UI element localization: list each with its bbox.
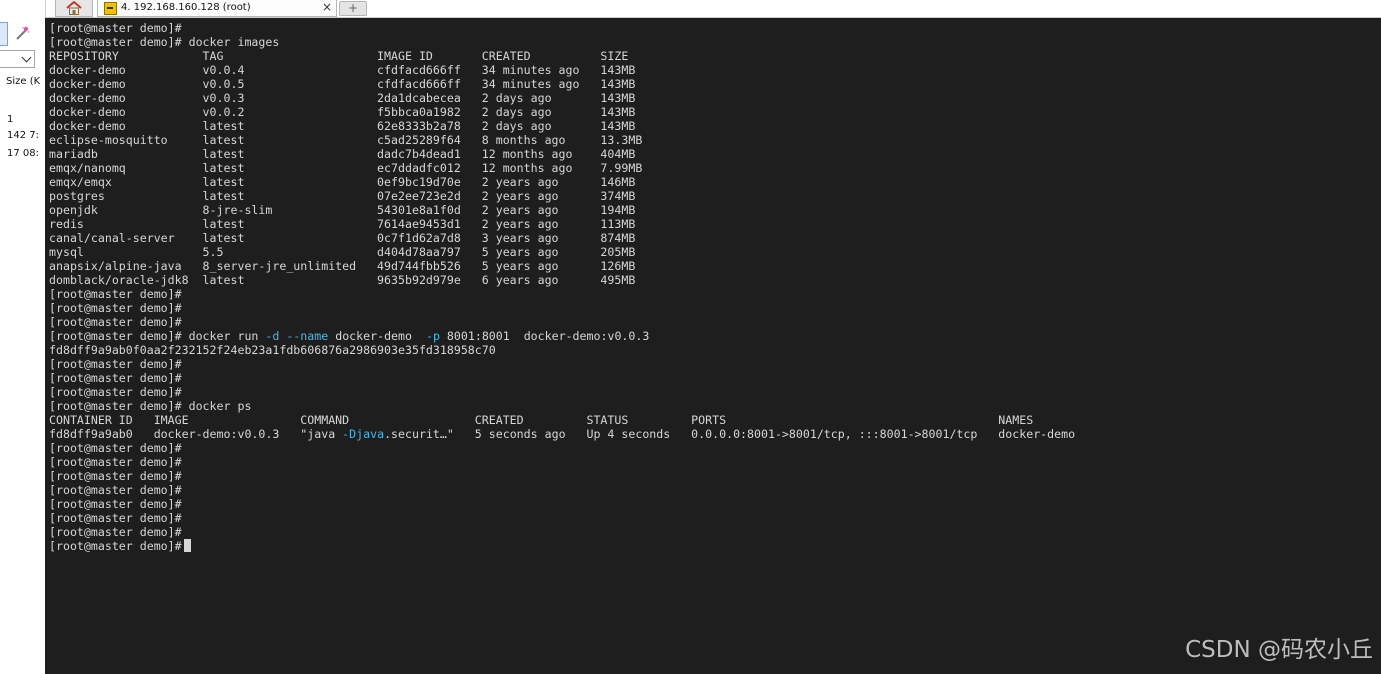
sidebar-toggle-button[interactable] [0, 22, 8, 46]
terminal-line: [root@master demo]# [49, 469, 182, 483]
tab-bar: 4. 192.168.160.128 (root) × + [45, 0, 1381, 18]
terminal-line: docker-demo v0.0.3 2da1dcabecea 2 days a… [49, 91, 636, 105]
terminal-prompt: [root@master demo]# [49, 539, 182, 553]
sidebar-dropdown[interactable] [0, 50, 35, 68]
terminal-line: [root@master demo]# [49, 497, 182, 511]
terminal-line: mariadb latest dadc7b4dead1 12 months ag… [49, 147, 636, 161]
size-column-header: Size (K [6, 76, 41, 87]
terminal-line: [root@master demo]# [49, 483, 182, 497]
terminal-line: [root@master demo]# docker ps [49, 399, 252, 413]
tab-session[interactable]: 4. 192.168.160.128 (root) × [97, 0, 337, 17]
terminal-line: [root@master demo]# docker images [49, 35, 280, 49]
terminal-line: mysql 5.5 d404d78aa797 5 years ago 205MB [49, 245, 636, 259]
terminal-line: openjdk 8-jre-slim 54301e8a1f0d 2 years … [49, 203, 636, 217]
terminal-line: [root@master demo]# [49, 287, 182, 301]
sidebar-row[interactable]: 1 [7, 114, 13, 125]
terminal-line: domblack/oracle-jdk8 latest 9635b92d979e… [49, 273, 636, 287]
home-icon [66, 1, 82, 15]
terminal-tab-icon [104, 2, 117, 15]
terminal-pane[interactable]: [root@master demo]# [root@master demo]# d… [45, 18, 1381, 674]
plus-icon: + [347, 1, 359, 15]
terminal-line: fd8dff9a9ab0f0aa2f232152f24eb23a1fdb6068… [49, 343, 496, 357]
sidebar-tool-button[interactable] [9, 22, 35, 44]
terminal-line: docker-demo latest 62e8333b2a78 2 days a… [49, 119, 636, 133]
terminal-prompt-line[interactable]: [root@master demo]# [49, 539, 1075, 553]
wand-icon [16, 26, 30, 40]
terminal-line: [root@master demo]# [49, 371, 182, 385]
terminal-line: canal/canal-server latest 0c7f1d62a7d8 3… [49, 231, 636, 245]
terminal-line: emqx/emqx latest 0ef9bc19d70e 2 years ag… [49, 175, 636, 189]
terminal-output: [root@master demo]# [root@master demo]# d… [49, 21, 1075, 553]
terminal-line: [root@master demo]# [49, 385, 182, 399]
terminal-line: docker-demo v0.0.5 cfdfacd666ff 34 minut… [49, 77, 636, 91]
terminal-line: [root@master demo]# docker run -d --name… [49, 329, 650, 343]
sidebar-row[interactable]: 17 08: [7, 148, 39, 159]
terminal-line: [root@master demo]# [49, 357, 182, 371]
terminal-line: [root@master demo]# [49, 455, 182, 469]
terminal-line: postgres latest 07e2ee723e2d 2 years ago… [49, 189, 636, 203]
terminal-line: [root@master demo]# [49, 21, 182, 35]
terminal-line: [root@master demo]# [49, 315, 182, 329]
terminal-line: [root@master demo]# [49, 441, 182, 455]
terminal-line: docker-demo v0.0.2 f5bbca0a1982 2 days a… [49, 105, 636, 119]
close-tab-icon[interactable]: × [322, 0, 332, 15]
terminal-line: CONTAINER ID IMAGE COMMAND CREATED STATU… [49, 413, 1034, 427]
terminal-line: [root@master demo]# [49, 511, 182, 525]
chevron-down-icon [21, 52, 32, 63]
sidebar-row[interactable]: 142 7: [7, 130, 39, 141]
sidebar: Size (K 1 142 7: 17 08: [0, 0, 46, 674]
terminal-cursor [183, 539, 191, 552]
tab-session-title: 4. 192.168.160.128 (root) [121, 2, 251, 13]
new-tab-button[interactable]: + [339, 1, 367, 16]
terminal-line: [root@master demo]# [49, 525, 182, 539]
home-tab[interactable] [55, 0, 93, 17]
terminal-line: docker-demo v0.0.4 cfdfacd666ff 34 minut… [49, 63, 636, 77]
terminal-line: fd8dff9a9ab0 docker-demo:v0.0.3 "java -D… [49, 427, 1076, 441]
terminal-line: REPOSITORY TAG IMAGE ID CREATED SIZE [49, 49, 629, 63]
terminal-line: eclipse-mosquitto latest c5ad25289f64 8 … [49, 133, 643, 147]
terminal-line: emqx/nanomq latest ec7ddadfc012 12 month… [49, 161, 643, 175]
watermark: CSDN @码农小丘 [1185, 637, 1373, 663]
terminal-line: [root@master demo]# [49, 301, 182, 315]
terminal-line: redis latest 7614ae9453d1 2 years ago 11… [49, 217, 636, 231]
terminal-line: anapsix/alpine-java 8_server-jre_unlimit… [49, 259, 636, 273]
